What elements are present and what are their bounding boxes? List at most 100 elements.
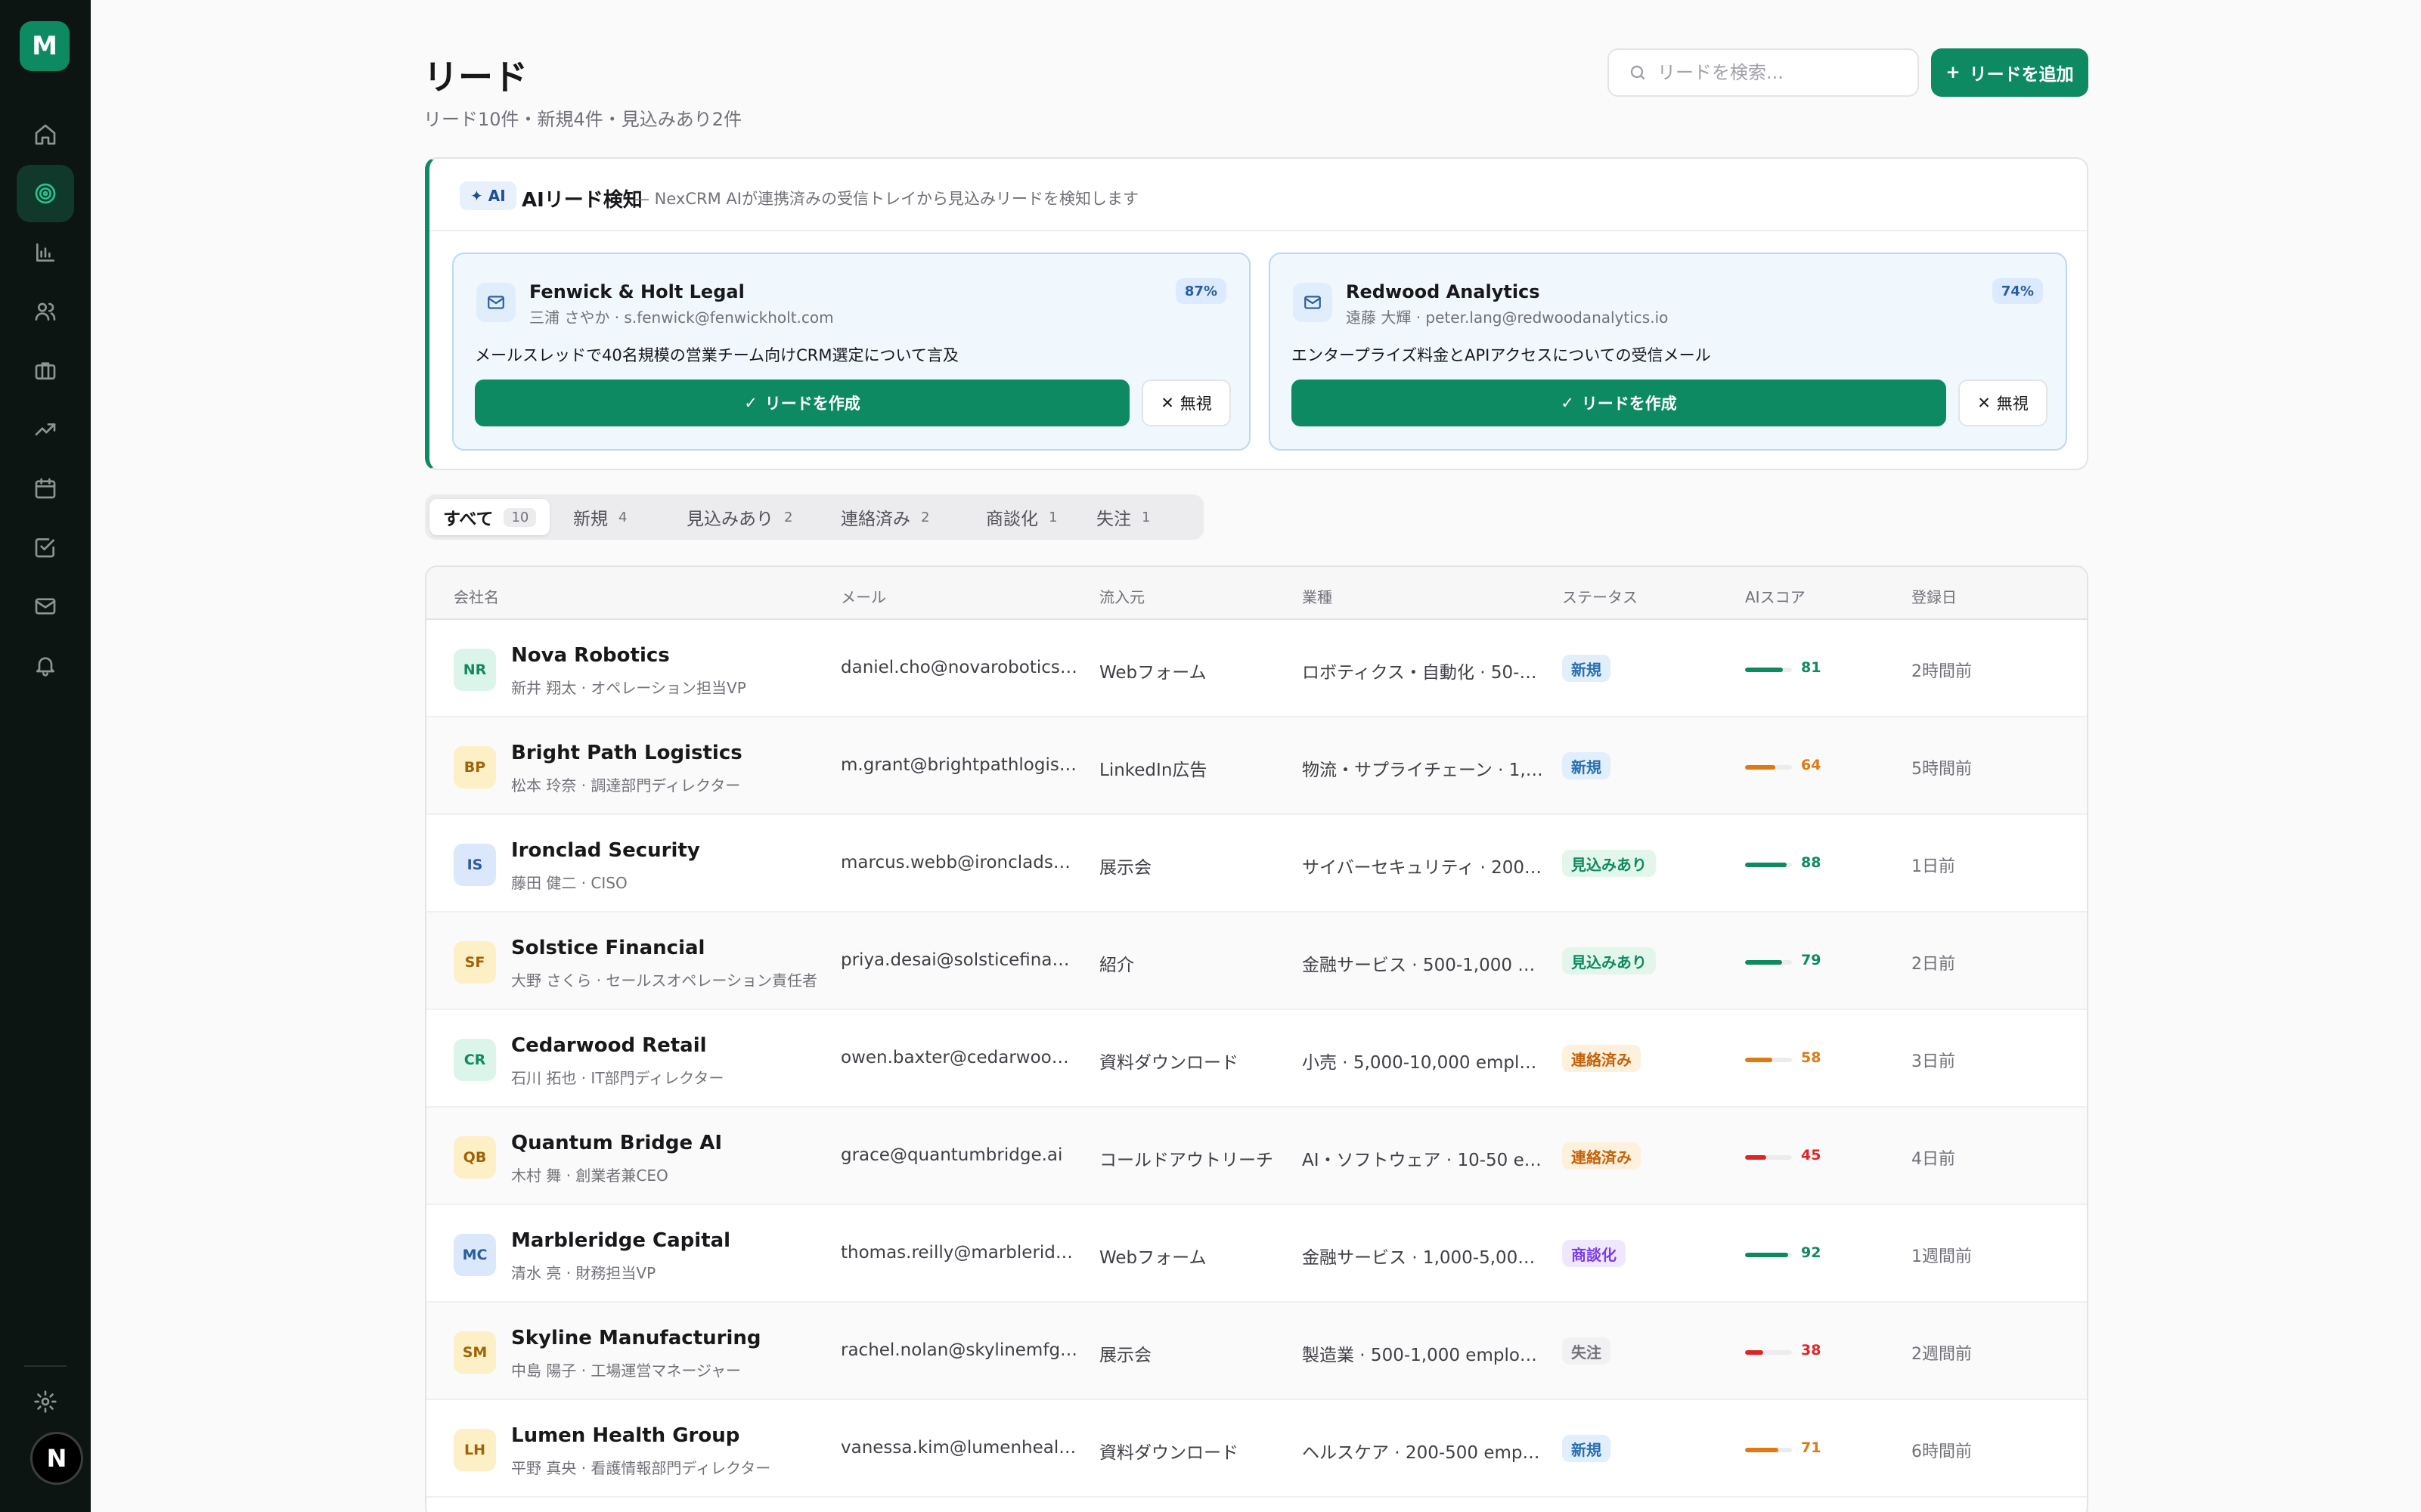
ai-score-value: 45 <box>1801 1147 1821 1163</box>
nav-calendar[interactable] <box>17 460 74 517</box>
ai-score-bar <box>1745 765 1792 770</box>
status-filter-tabs: すべて 10 新規 4 見込みあり 2 連絡済み 2 商談化 1 失注 1 <box>425 494 1204 540</box>
table-row[interactable]: BP Bright Path Logistics 松本 玲奈 · 調達部門ディレクタ… <box>426 717 2087 815</box>
company-name[interactable]: Nova Robotics <box>511 644 670 667</box>
column-status[interactable]: ステータス <box>1562 585 1638 607</box>
status-badge: 見込みあり <box>1562 850 1656 877</box>
company-name[interactable]: Ironclad Security <box>511 839 700 862</box>
nav-leads[interactable] <box>17 165 74 222</box>
plus-icon: + <box>1945 63 1961 82</box>
lead-industry: 金融サービス · 1,000-5,000 employees <box>1302 1248 1544 1268</box>
table-row[interactable]: CR Cedarwood Retail 石川 拓也 · IT部門ディレクター owen… <box>426 1010 2087 1108</box>
tab-label: 連絡済み <box>841 510 910 529</box>
tab-count: 4 <box>618 509 628 525</box>
column-source[interactable]: 流入元 <box>1099 585 1145 607</box>
search-input[interactable] <box>1657 62 1907 83</box>
company-name[interactable]: Bright Path Logistics <box>511 742 742 764</box>
table-row[interactable]: QB Quantum Bridge AI 木村 舞 · 創業者兼CEO grace@q… <box>426 1108 2087 1205</box>
column-email[interactable]: メール <box>841 585 886 607</box>
nav-tasks[interactable] <box>17 519 74 576</box>
tab-all[interactable]: すべて 10 <box>429 499 550 535</box>
create-lead-button[interactable]: ✓ リードを作成 <box>1291 380 1946 426</box>
app-logo[interactable]: M <box>20 21 70 71</box>
ignore-label: 無視 <box>1996 395 2029 413</box>
tab-label: 見込みあり <box>687 510 773 529</box>
lead-email[interactable]: vanessa.kim@lumenhealthgroup.com <box>841 1438 1080 1458</box>
ai-lead-note: エンタープライズ料金とAPIアクセスについての受信メール <box>1291 346 1711 364</box>
nav-settings[interactable] <box>17 1373 74 1430</box>
lead-email[interactable]: rachel.nolan@skylinemfg.com <box>841 1340 1080 1360</box>
column-industry[interactable]: 業種 <box>1302 585 1332 607</box>
status-badge: 見込みあり <box>1562 947 1656 974</box>
lead-email[interactable]: marcus.webb@ironcladsecurity.com <box>841 853 1080 872</box>
user-avatar[interactable]: N <box>30 1432 83 1485</box>
table-row[interactable]: MC Marbleridge Capital 清水 亮 · 財務担当VP thomas… <box>426 1205 2087 1303</box>
company-avatar: MC <box>454 1234 496 1276</box>
tab-qualified[interactable]: 見込みあり 2 <box>673 499 806 535</box>
created-date: 1日前 <box>1911 857 1955 876</box>
ai-score-fill <box>1745 1058 1772 1062</box>
ai-score-value: 81 <box>1801 659 1821 676</box>
table-row[interactable]: LH Lumen Health Group 平野 真央 · 看護情報部門ディレクター… <box>426 1400 2087 1498</box>
table-row[interactable]: IS Ironclad Security 藤田 健二 · CISO marcus.we… <box>426 815 2087 912</box>
nav-contacts[interactable] <box>17 283 74 340</box>
lead-email[interactable]: m.grant@brightpathlogistics.com <box>841 755 1080 775</box>
nav-home[interactable] <box>17 106 74 163</box>
company-name[interactable]: Skyline Manufacturing <box>511 1327 761 1349</box>
company-name[interactable]: Marbleridge Capital <box>511 1229 730 1252</box>
nav-notifications[interactable] <box>17 637 74 694</box>
tab-count: 1 <box>1142 509 1151 525</box>
ignore-button[interactable]: ✕ 無視 <box>1142 380 1231 426</box>
search-box[interactable] <box>1607 48 1919 97</box>
ai-score-bar <box>1745 1253 1792 1257</box>
lead-source: Webフォーム <box>1099 663 1207 683</box>
ai-score-fill <box>1745 1253 1789 1257</box>
nav-mail[interactable] <box>17 578 74 635</box>
bar-chart-icon <box>36 243 54 262</box>
nav-pipeline[interactable] <box>17 401 74 458</box>
status-badge: 商談化 <box>1562 1240 1626 1267</box>
company-name[interactable]: Cedarwood Retail <box>511 1034 707 1057</box>
ignore-button[interactable]: ✕ 無視 <box>1958 380 2047 426</box>
lead-source: 資料ダウンロード <box>1099 1053 1238 1073</box>
lead-email[interactable]: daniel.cho@novarobotics.ai <box>841 658 1080 677</box>
tab-lost[interactable]: 失注 1 <box>1083 499 1164 535</box>
briefcase-icon <box>35 362 56 380</box>
company-name[interactable]: Solstice Financial <box>511 937 705 959</box>
column-created[interactable]: 登録日 <box>1911 585 1957 607</box>
sidebar: M N <box>0 0 91 1512</box>
tab-contacted[interactable]: 連絡済み 2 <box>827 499 943 535</box>
lead-email[interactable]: thomas.reilly@marbleridgecapital.com <box>841 1243 1080 1263</box>
table-row[interactable]: NR Nova Robotics 新井 翔太 · オペレーション担当VP daniel… <box>426 620 2087 717</box>
add-lead-label: リードを追加 <box>1969 65 2074 85</box>
contact-info: 清水 亮 · 財務担当VP <box>511 1264 656 1282</box>
lead-source: 展示会 <box>1099 1346 1152 1365</box>
created-date: 5時間前 <box>1911 760 1972 779</box>
table-row[interactable]: SM Skyline Manufacturing 中島 陽子 · 工場運営マネージャ… <box>426 1303 2087 1400</box>
ignore-label: 無視 <box>1180 395 1212 413</box>
lead-email[interactable]: priya.desai@solsticefinancial.com <box>841 950 1080 970</box>
company-name[interactable]: Quantum Bridge AI <box>511 1132 722 1154</box>
add-lead-button[interactable]: + リードを追加 <box>1931 48 2088 97</box>
tab-opportunity[interactable]: 商談化 1 <box>972 499 1071 535</box>
lead-email[interactable]: owen.baxter@cedarwoodretail.com <box>841 1048 1080 1067</box>
nav-reports[interactable] <box>17 224 74 281</box>
create-lead-button[interactable]: ✓ リードを作成 <box>475 380 1130 426</box>
lead-industry: サイバーセキュリティ · 200-500 employees <box>1302 858 1544 878</box>
lead-email[interactable]: grace@quantumbridge.ai <box>841 1145 1080 1165</box>
close-icon: ✕ <box>1977 394 1991 412</box>
column-ai-score[interactable]: AIスコア <box>1745 585 1806 607</box>
status-badge: 連絡済み <box>1562 1045 1641 1072</box>
ai-score-bar <box>1745 1448 1792 1452</box>
ai-score-fill <box>1745 1350 1763 1355</box>
column-company[interactable]: 会社名 <box>454 585 499 607</box>
tab-new[interactable]: 新規 4 <box>560 499 640 535</box>
table-row[interactable]: SF Solstice Financial 大野 さくら · セールスオペレーション… <box>426 912 2087 1010</box>
ai-score-bar <box>1745 1058 1792 1062</box>
ai-confidence-badge: 74% <box>1992 278 2043 304</box>
company-name[interactable]: Lumen Health Group <box>511 1424 739 1447</box>
created-date: 4日前 <box>1911 1150 1955 1169</box>
lead-industry: AI・ソフトウェア · 10-50 employees <box>1302 1151 1544 1170</box>
nav-deals[interactable] <box>17 342 74 399</box>
contact-info: 木村 舞 · 創業者兼CEO <box>511 1167 668 1185</box>
